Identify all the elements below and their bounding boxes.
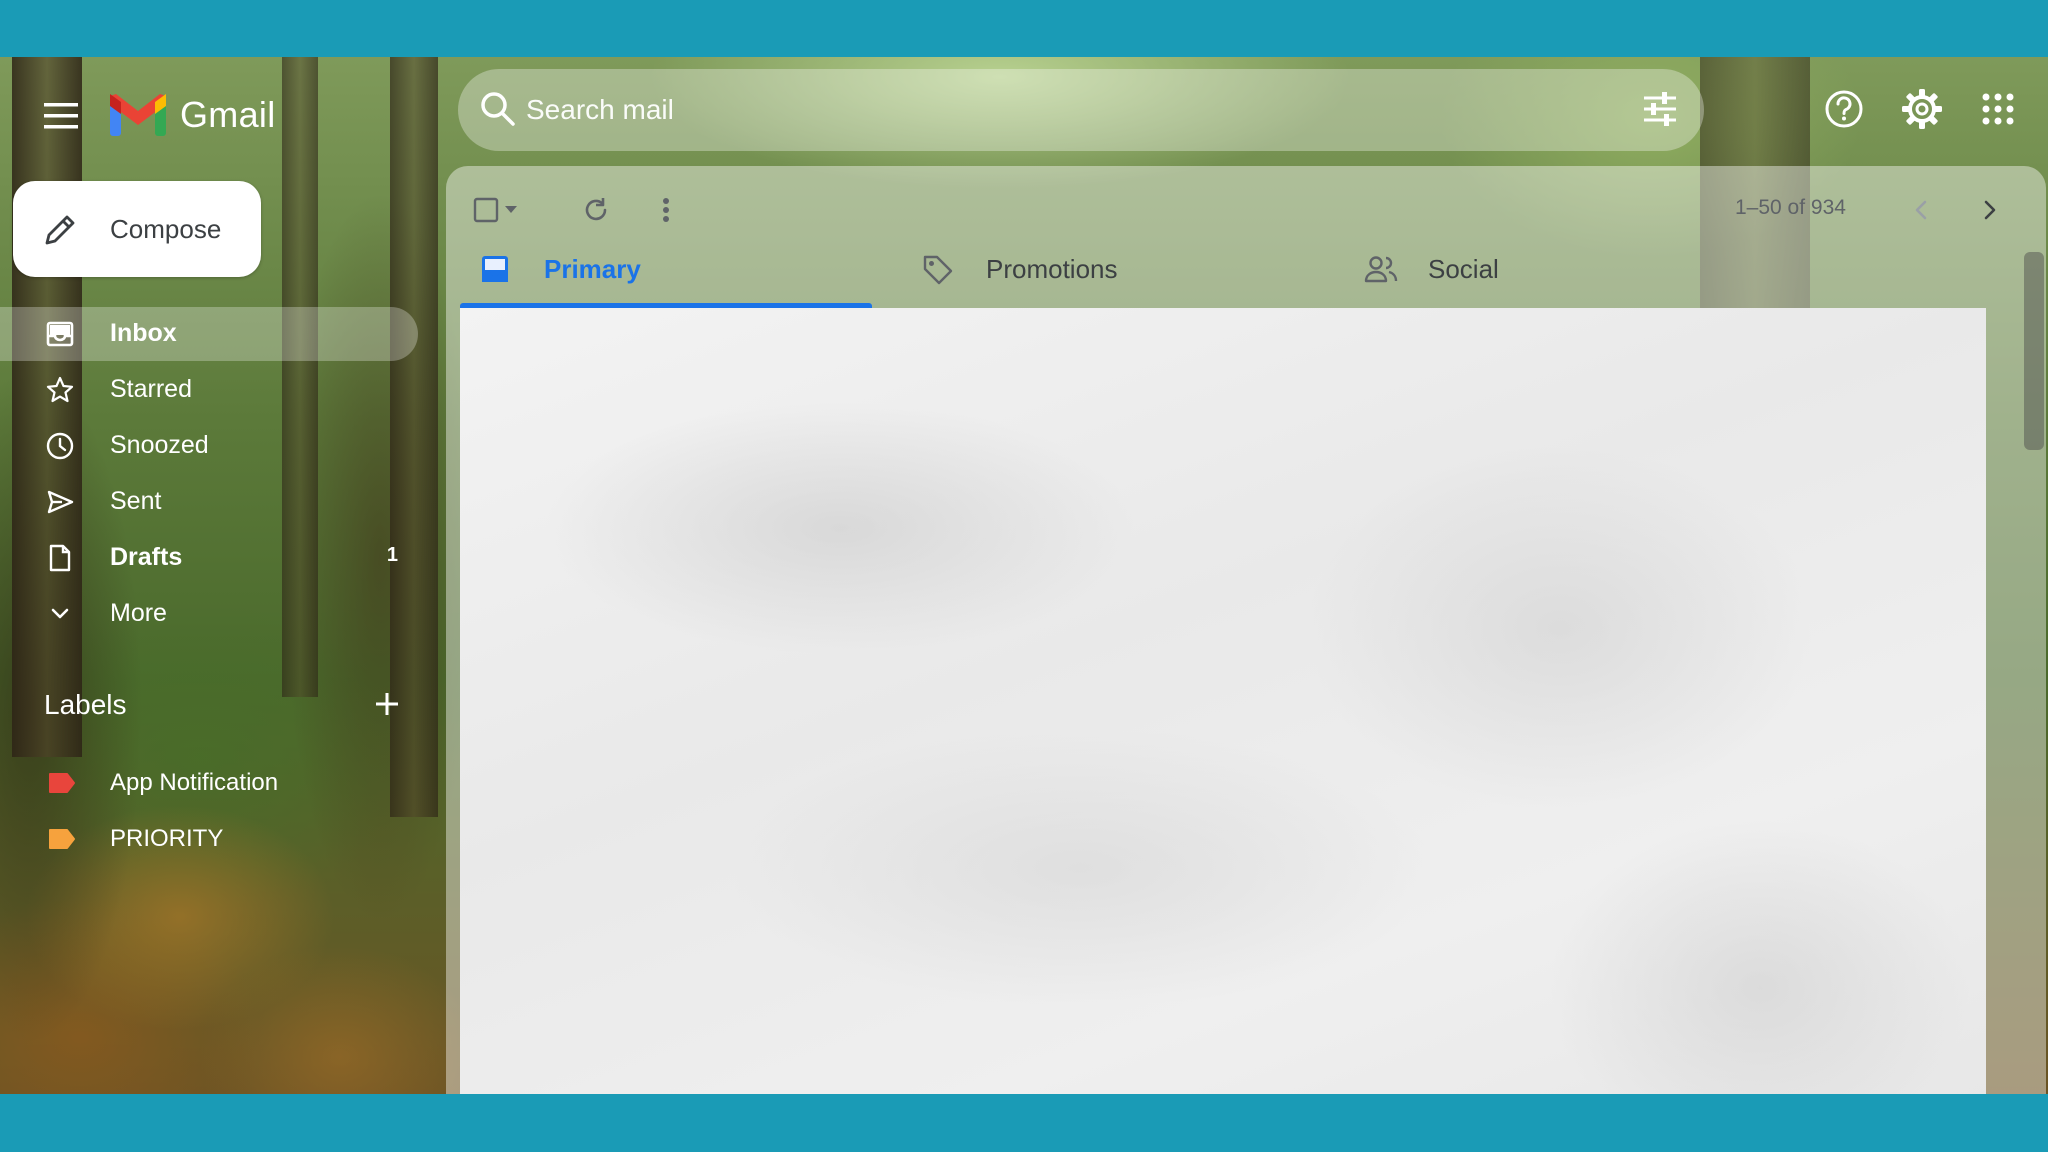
inbox-icon — [46, 321, 74, 347]
nav-item-label: Inbox — [110, 319, 177, 347]
newer-button[interactable] — [1901, 190, 1941, 230]
support-button[interactable] — [1820, 85, 1868, 133]
compose-label: Compose — [110, 214, 222, 244]
tab-promotions[interactable]: Promotions — [902, 234, 1314, 306]
clock-icon — [46, 432, 74, 460]
chevron-left-icon — [1915, 200, 1927, 220]
inbox-tab-icon — [482, 256, 508, 282]
tab-primary[interactable]: Primary — [460, 234, 872, 306]
search-icon[interactable] — [478, 89, 518, 129]
nav-item-inbox[interactable]: Inbox — [0, 307, 418, 361]
pencil-icon — [45, 215, 75, 245]
nav-item-drafts[interactable]: Drafts 1 — [0, 531, 418, 585]
select-options-dropdown[interactable] — [498, 190, 524, 230]
search-input[interactable] — [524, 87, 1578, 133]
chevron-down-icon — [51, 608, 69, 619]
refresh-icon — [585, 198, 607, 221]
gmail-m-icon — [110, 94, 166, 136]
bottom-frame-band — [0, 1094, 2048, 1152]
nav-item-starred[interactable]: Starred — [0, 363, 418, 417]
drafts-count-badge: 1 — [386, 544, 398, 566]
labels-heading: Labels — [44, 689, 127, 720]
checkbox-icon — [473, 197, 499, 223]
file-icon — [49, 544, 71, 572]
pagination-info: 1–50 of 934 — [1735, 196, 1846, 219]
search-bar[interactable] — [458, 69, 1704, 151]
label-item-app-notification[interactable]: App Notification — [0, 757, 418, 809]
main-menu-button[interactable] — [38, 93, 84, 139]
label-name: App Notification — [110, 769, 279, 796]
nav-item-more[interactable]: More — [0, 587, 418, 641]
gear-icon — [1902, 89, 1942, 129]
label-tag-icon — [49, 773, 75, 793]
hamburger-menu-icon — [44, 103, 78, 129]
scrollbar-thumb[interactable] — [2024, 252, 2044, 450]
label-name: PRIORITY — [110, 825, 224, 852]
compose-button[interactable]: Compose — [13, 181, 261, 277]
tab-label: Primary — [544, 254, 641, 284]
app-name: Gmail — [180, 94, 276, 135]
message-list-panel: 1–50 of 934 Primary Promotions Social — [446, 166, 2046, 1094]
help-icon — [1825, 90, 1863, 128]
chevron-right-icon — [1984, 200, 1996, 220]
tag-icon — [923, 255, 953, 285]
send-icon — [47, 490, 74, 514]
nav-item-label: Snoozed — [110, 431, 209, 459]
tab-label: Promotions — [986, 254, 1118, 284]
nav-item-label: Starred — [110, 375, 192, 403]
nav-item-label: More — [110, 599, 167, 627]
search-options-icon[interactable] — [1642, 91, 1678, 127]
refresh-button[interactable] — [576, 190, 616, 230]
apps-grid-icon — [1982, 93, 2014, 125]
caret-down-icon — [505, 206, 517, 213]
top-frame-band — [0, 0, 2048, 57]
older-button[interactable] — [1970, 190, 2010, 230]
gmail-logo[interactable]: Gmail — [110, 89, 276, 141]
nav-item-label: Drafts — [110, 543, 183, 571]
more-vert-icon — [663, 198, 669, 222]
gmail-window: Gmail Search mail Compose Inbox Starred … — [0, 57, 2048, 1094]
label-tag-icon — [49, 829, 75, 849]
people-icon — [1364, 256, 1398, 283]
nav-item-label: Sent — [110, 487, 162, 515]
google-apps-button[interactable] — [1974, 85, 2022, 133]
more-actions-button[interactable] — [646, 190, 686, 230]
tab-social[interactable]: Social — [1344, 234, 1756, 306]
label-item-priority[interactable]: PRIORITY — [0, 813, 418, 865]
tab-label: Social — [1428, 254, 1499, 284]
message-list-area — [460, 308, 1986, 1094]
settings-button[interactable] — [1898, 85, 1946, 133]
nav-item-snoozed[interactable]: Snoozed — [0, 419, 418, 473]
nav-item-sent[interactable]: Sent — [0, 475, 418, 529]
add-label-icon[interactable] — [372, 689, 402, 719]
star-icon — [46, 376, 74, 403]
